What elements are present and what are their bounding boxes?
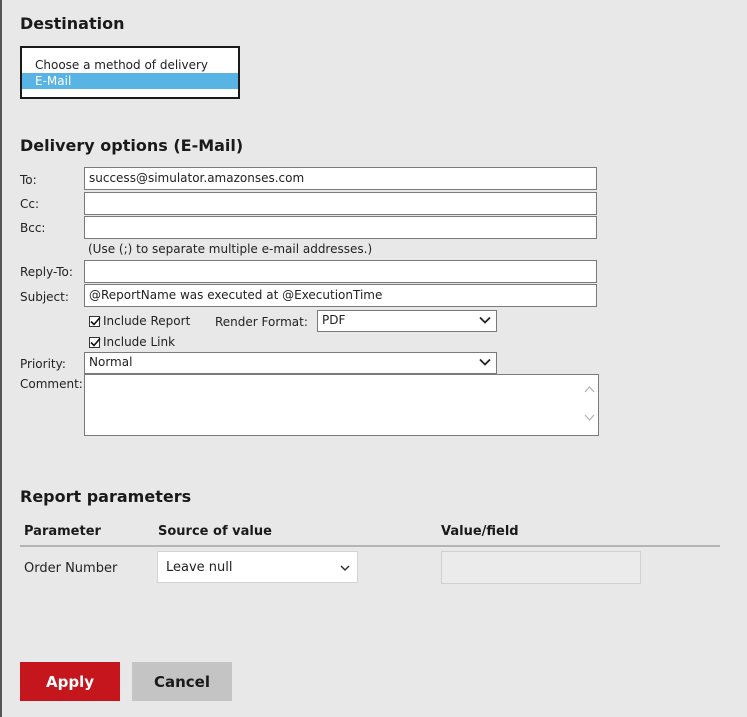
value-field-input[interactable] bbox=[441, 551, 641, 584]
priority-select[interactable]: Normal bbox=[84, 352, 497, 374]
table-header-divider bbox=[20, 545, 720, 547]
checkbox-checked-icon bbox=[89, 336, 101, 348]
reply-to-label: Reply-To: bbox=[20, 265, 73, 279]
parameter-name: Order Number bbox=[24, 561, 118, 576]
column-header-source: Source of value bbox=[158, 524, 272, 539]
priority-value: Normal bbox=[89, 355, 133, 369]
subject-field[interactable]: @ReportName was executed at @ExecutionTi… bbox=[84, 284, 597, 307]
bcc-field[interactable] bbox=[84, 216, 597, 239]
include-link-label: Include Link bbox=[103, 335, 176, 349]
include-link-checkbox[interactable]: Include Link bbox=[89, 335, 175, 349]
render-format-label: Render Format: bbox=[215, 315, 308, 329]
cc-label: Cc: bbox=[20, 197, 40, 211]
cc-field[interactable] bbox=[84, 192, 597, 215]
separator-hint: (Use (;) to separate multiple e-mail add… bbox=[88, 242, 373, 256]
report-parameters-heading: Report parameters bbox=[20, 487, 192, 506]
delivery-method-option[interactable]: Choose a method of delivery bbox=[22, 57, 238, 73]
include-report-checkbox[interactable]: Include Report bbox=[89, 314, 190, 328]
bcc-label: Bcc: bbox=[20, 221, 46, 235]
subject-label: Subject: bbox=[20, 290, 69, 304]
reply-to-field[interactable] bbox=[84, 260, 597, 283]
checkbox-checked-icon bbox=[89, 315, 101, 327]
priority-label: Priority: bbox=[20, 357, 66, 371]
source-of-value-select[interactable]: Leave null bbox=[157, 551, 358, 583]
cancel-button[interactable]: Cancel bbox=[132, 662, 232, 701]
source-of-value: Leave null bbox=[166, 560, 233, 575]
delivery-method-listbox[interactable]: Choose a method of delivery E-Mail bbox=[20, 46, 240, 99]
column-header-parameter: Parameter bbox=[24, 524, 101, 539]
delivery-method-option-selected[interactable]: E-Mail bbox=[22, 73, 238, 89]
include-report-label: Include Report bbox=[103, 314, 191, 328]
render-format-select[interactable]: PDF bbox=[317, 310, 497, 332]
chevron-down-icon bbox=[340, 565, 350, 572]
apply-button[interactable]: Apply bbox=[20, 662, 120, 701]
scrollbar[interactable] bbox=[581, 375, 598, 435]
comment-label: Comment: bbox=[20, 377, 83, 391]
scroll-up-icon bbox=[584, 386, 595, 393]
to-label: To: bbox=[20, 173, 37, 187]
destination-heading: Destination bbox=[20, 14, 125, 33]
column-header-value: Value/field bbox=[441, 524, 519, 539]
comment-textarea[interactable] bbox=[84, 374, 599, 436]
delivery-options-heading: Delivery options (E-Mail) bbox=[20, 136, 244, 155]
chevron-down-icon bbox=[479, 358, 491, 366]
chevron-down-icon bbox=[479, 316, 491, 324]
scroll-down-icon bbox=[584, 414, 595, 421]
to-field[interactable]: success@simulator.amazonses.com bbox=[84, 167, 597, 190]
left-border bbox=[0, 0, 2, 717]
render-format-value: PDF bbox=[322, 313, 346, 327]
